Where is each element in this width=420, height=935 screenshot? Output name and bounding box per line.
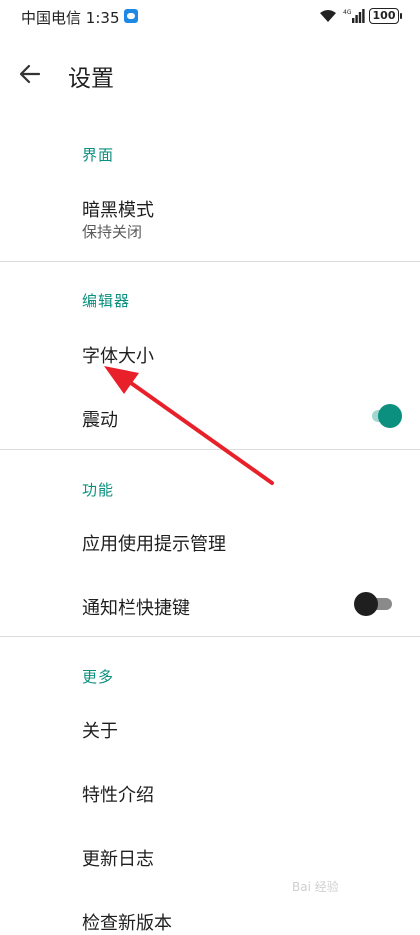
arrow-left-icon <box>19 64 41 84</box>
watermark-logo: Bai 经验 <box>292 880 339 894</box>
status-bar: 中国电信 1:35 4G 100 <box>0 0 420 32</box>
setting-dark-mode[interactable]: 暗黑模式 保持关闭 <box>0 184 420 254</box>
section-header-more: 更多 <box>82 668 115 686</box>
setting-label: 暗黑模式 <box>82 200 154 221</box>
setting-vibration[interactable]: 震动 <box>0 386 420 446</box>
toggle-thumb <box>354 592 378 616</box>
section-divider <box>0 261 420 262</box>
battery-icon: 100 <box>369 8 402 24</box>
section-header-interface: 界面 <box>82 146 115 164</box>
cellular-signal-icon: 4G <box>343 8 365 28</box>
setting-label: 震动 <box>82 410 118 431</box>
setting-label: 更新日志 <box>82 849 154 870</box>
wifi-icon <box>320 10 336 22</box>
setting-app-tips[interactable]: 应用使用提示管理 <box>0 512 420 572</box>
setting-label: 字体大小 <box>82 346 154 367</box>
setting-label: 通知栏快捷键 <box>82 598 190 619</box>
setting-about[interactable]: 关于 <box>0 700 420 760</box>
setting-features-intro[interactable]: 特性介绍 <box>0 764 420 824</box>
status-time: 1:35 <box>85 9 120 27</box>
setting-label: 特性介绍 <box>82 785 154 806</box>
vibration-toggle[interactable] <box>368 403 404 429</box>
setting-summary: 保持关闭 <box>82 223 143 241</box>
setting-check-update[interactable]: 检查新版本 <box>0 892 420 934</box>
page-title: 设置 <box>68 66 114 92</box>
setting-changelog[interactable]: 更新日志 <box>0 828 420 888</box>
setting-label: 检查新版本 <box>82 913 172 934</box>
setting-label: 关于 <box>82 721 118 742</box>
section-divider <box>0 449 420 450</box>
setting-label: 应用使用提示管理 <box>82 534 226 555</box>
carrier-name: 中国电信 <box>21 9 82 27</box>
notification-shortcut-toggle[interactable] <box>354 591 392 617</box>
setting-font-size[interactable]: 字体大小 <box>0 324 420 384</box>
network-type-label: 4G <box>343 9 352 16</box>
status-carrier-time: 中国电信 1:35 <box>21 7 119 28</box>
setting-notification-shortcut[interactable]: 通知栏快捷键 <box>0 574 420 634</box>
section-header-editor: 编辑器 <box>82 292 131 310</box>
section-header-features: 功能 <box>82 481 115 499</box>
toggle-thumb <box>378 404 402 428</box>
back-button[interactable] <box>14 58 46 90</box>
toolbar: 设置 <box>0 40 420 112</box>
app-notification-icon <box>124 9 138 23</box>
section-divider <box>0 636 420 637</box>
